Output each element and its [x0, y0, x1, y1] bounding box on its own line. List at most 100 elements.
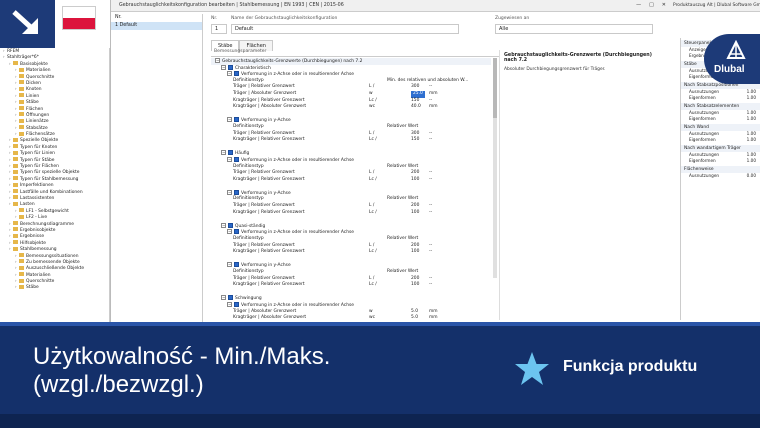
collapse-icon[interactable]: − — [227, 229, 232, 235]
tree-row-value[interactable]: Relativer Wert — [387, 124, 418, 131]
panel-row-value[interactable]: 1.00 — [747, 158, 756, 164]
tree-row-number[interactable]: 40.0 — [411, 104, 421, 111]
tree-row-unit: -- — [429, 97, 433, 103]
checkbox-checked-icon[interactable] — [234, 301, 239, 307]
tree-group[interactable]: − Verformung in z-Achse oder in resultier… — [211, 156, 491, 164]
tree-row[interactable]: Kragträger | Relativer Grenzwert Lc / 100 -… — [211, 282, 491, 289]
tree-row-number[interactable]: 100 — [411, 249, 419, 256]
collapse-icon[interactable]: − — [227, 189, 232, 195]
tree-row-text: Definitionstyp — [233, 269, 264, 274]
tree-group[interactable]: − Verformung in z-Achse oder in resultier… — [211, 301, 491, 309]
checkbox-checked-icon[interactable] — [234, 262, 239, 268]
checkbox-checked-icon[interactable] — [228, 295, 233, 301]
folder-icon — [19, 208, 24, 213]
checkbox-checked-icon[interactable] — [234, 229, 239, 235]
panel-row-label: Ausnutzungen — [689, 131, 720, 136]
tree-row[interactable]: Definitionstyp Relativer Wert — [211, 269, 491, 276]
navigator-item-label: Öffnungen — [26, 112, 50, 118]
collapse-icon[interactable]: − — [227, 262, 232, 268]
tree-row[interactable]: Definitionstyp Relativer Wert — [211, 236, 491, 243]
close-button[interactable]: ✕ — [662, 2, 666, 8]
tree-row-symbol: Lc / — [369, 209, 377, 215]
tree-row-number[interactable]: 300 — [411, 84, 419, 91]
tree-row-unit: -- — [429, 209, 433, 215]
panel-row-value[interactable]: 0.00 — [747, 173, 756, 179]
tree-row-unit: -- — [429, 242, 433, 248]
tree-row[interactable]: Träger | Relativer Grenzwert L / 300 -- — [211, 84, 491, 91]
tree-row-number[interactable]: 200 — [411, 170, 419, 177]
checkbox-checked-icon[interactable] — [234, 71, 239, 77]
tree-row-value[interactable]: Relativer Wert — [387, 236, 418, 243]
navigator-panel: › RFEM › Stahlträger*6* › Basisobjekte › Materi… — [0, 48, 110, 322]
tree-row[interactable]: Träger | Absoluter Grenzwert w 25.0 mm — [211, 90, 491, 98]
collapse-icon[interactable]: − — [221, 64, 226, 70]
tree-scrollbar[interactable] — [493, 58, 497, 278]
tree-group[interactable]: − Verformung in z-Achse oder in resultier… — [211, 71, 491, 78]
tree-group[interactable]: − Quasi-ständig — [211, 222, 491, 230]
number-field[interactable]: 1 — [211, 24, 227, 34]
panel-row-value[interactable]: 1.00 — [747, 137, 756, 143]
panel-section-title[interactable]: Nach wandartigem Träger — [681, 145, 760, 152]
tree-group[interactable]: − Verformung in y-Achse — [211, 262, 491, 269]
checkbox-checked-icon[interactable] — [228, 150, 233, 156]
checkbox-checked-icon[interactable] — [228, 222, 233, 228]
tree-row-number[interactable]: 25.0 — [411, 90, 425, 98]
collapse-icon[interactable]: − — [227, 117, 232, 123]
tree-row[interactable]: Kragträger | Absoluter Grenzwert wc 40.0 mm — [211, 104, 491, 111]
tree-row[interactable]: Träger | Relativer Grenzwert L / 200 -- — [211, 203, 491, 210]
tree-row-text: Verformung in y-Achse — [241, 118, 291, 124]
info-title: Gebrauchstauglichkeits-Grenzwerte (Durch… — [504, 53, 652, 63]
checkbox-checked-icon[interactable] — [234, 189, 239, 195]
collapse-icon[interactable]: − — [227, 301, 232, 307]
config-list-item[interactable]: 1 Default — [111, 22, 202, 30]
assigned-field[interactable]: Alle — [495, 24, 653, 34]
tree-row[interactable]: Kragträger | Relativer Grenzwert Lc / 100 -… — [211, 249, 491, 256]
collapse-icon[interactable]: − — [227, 156, 232, 162]
folder-icon — [19, 74, 24, 79]
tree-row-symbol: wc — [369, 315, 376, 320]
tree-row-number[interactable]: 5.0 — [411, 315, 418, 320]
panel-row-label: Ausnutzungen — [689, 89, 720, 94]
collapse-icon[interactable]: − — [221, 295, 226, 301]
collapse-icon[interactable]: − — [221, 222, 226, 228]
navigator-item-label: Typen für Knoten — [20, 144, 58, 150]
panel-row-value[interactable]: 1.00 — [747, 95, 756, 101]
tree-row-label: Definitionstyp — [233, 124, 264, 131]
tree-row[interactable]: Träger | Relativer Grenzwert L / 200 -- — [211, 170, 491, 177]
tree-group[interactable]: − Charakteristisch — [211, 64, 491, 72]
tree-row-number[interactable]: 200 — [411, 203, 419, 210]
tree-row-value[interactable]: Relativer Wert — [387, 269, 418, 276]
tree-row[interactable]: Definitionstyp Relativer Wert — [211, 124, 491, 131]
checkbox-checked-icon[interactable] — [234, 117, 239, 123]
tree-row[interactable]: Kragträger | Relativer Grenzwert Lc / 150 -… — [211, 137, 491, 144]
tree-row[interactable]: Kragträger | Relativer Grenzwert Lc / 100 -… — [211, 177, 491, 184]
minimize-button[interactable]: — — [636, 2, 641, 8]
tree-section[interactable]: − Gebrauchstauglichkeits-Grenzwerte (Durc… — [211, 58, 491, 65]
tree-row-number[interactable]: 100 — [411, 210, 419, 217]
checkbox-checked-icon[interactable] — [234, 156, 239, 162]
tree-group[interactable]: − Häufig — [211, 150, 491, 157]
tree-row-number[interactable]: 100 — [411, 177, 419, 184]
tree-row-number[interactable]: 100 — [411, 282, 419, 289]
navigator-item[interactable]: › Stäbe — [0, 284, 109, 290]
collapse-icon[interactable]: − — [221, 150, 226, 156]
tree-row-number[interactable]: 150 — [411, 137, 419, 144]
maximize-button[interactable]: □ — [649, 2, 654, 8]
navigator-item-label: Zu bemessende Objekte — [26, 259, 80, 265]
panel-row-value[interactable]: 1.00 — [747, 116, 756, 122]
collapse-icon[interactable]: − — [227, 71, 232, 77]
panel-section-title[interactable]: Nach Stabsatzelementen — [681, 103, 760, 110]
tree-row-value[interactable]: Min. des relativen und absoluten W... — [387, 78, 468, 85]
checkbox-checked-icon[interactable] — [228, 64, 233, 70]
panel-section-title[interactable]: Nach Wand — [681, 124, 760, 131]
name-field[interactable]: Default — [231, 24, 459, 34]
tree-row[interactable]: Kragträger | Relativer Grenzwert Lc / 100 -… — [211, 210, 491, 217]
navigator-item-label: Ergebnisse — [20, 234, 45, 240]
name-label: Name der Gebrauchstauglichkeitskonfigura… — [231, 16, 338, 21]
tree-row[interactable]: Kragträger | Absoluter Grenzwert wc 5.0 mm — [211, 315, 491, 320]
collapse-icon[interactable]: − — [215, 58, 220, 63]
tree-group[interactable]: − Schwingung — [211, 295, 491, 302]
tree-row-symbol: Lc / — [369, 249, 377, 255]
tree-group[interactable]: − Verformung in y-Achse — [211, 117, 491, 124]
panel-section-title[interactable]: Flächenweise — [681, 166, 760, 173]
